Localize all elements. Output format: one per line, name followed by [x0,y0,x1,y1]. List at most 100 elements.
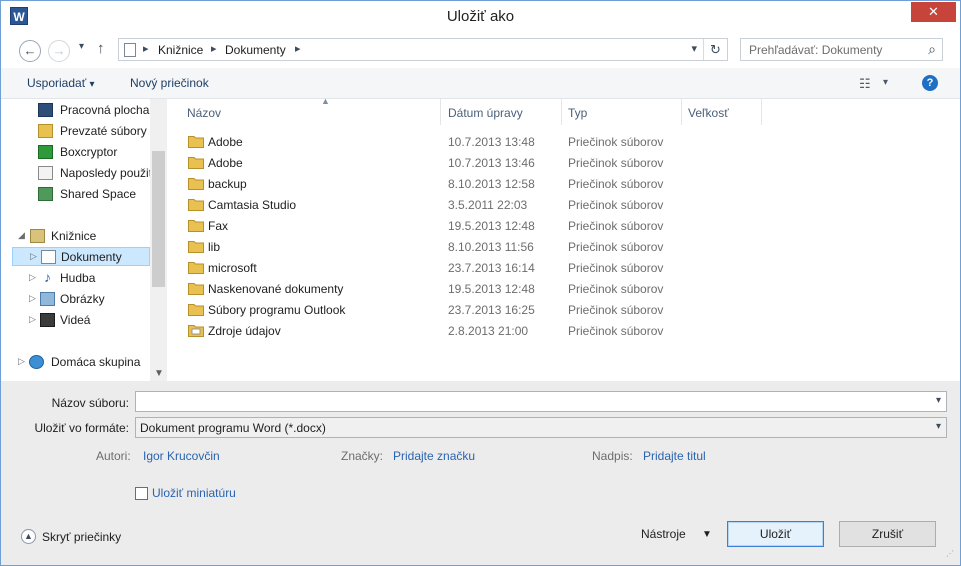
data-sources-folder-icon [188,325,204,337]
collapsed-arrow-icon[interactable]: ▷ [30,251,37,262]
nav-item-homegroup[interactable]: ▷ Domáca skupina [18,353,150,372]
format-select[interactable]: Dokument programu Word (*.docx) ▾ [135,417,947,438]
table-row[interactable]: microsoft 23.7.2013 16:14 Priečinok súboro… [167,257,960,278]
collapsed-arrow-icon[interactable]: ▷ [18,356,25,367]
file-name[interactable]: lib [208,240,220,254]
collapsed-arrow-icon[interactable]: ▷ [29,272,36,283]
file-list: Názov ▲ Dátum úpravy Typ Veľkosť Adobe 10… [167,96,960,381]
nav-item-desktop[interactable]: Pracovná plocha [38,101,150,120]
organize-button[interactable]: Usporiadať ▾ [27,76,95,90]
file-date: 23.7.2013 16:25 [448,303,535,317]
view-options-icon[interactable]: ☷ [859,76,871,92]
column-header-size[interactable]: Veľkosť [682,99,762,125]
nav-item-libraries[interactable]: ◢ Knižnice [18,227,150,246]
file-name[interactable]: Naskenované dokumenty [208,282,343,296]
file-name[interactable]: Zdroje údajov [208,324,281,338]
up-button[interactable]: ↑ [97,40,105,57]
nav-item-recent-places[interactable]: Naposledy použité miesta [38,164,150,183]
file-name[interactable]: Fax [208,219,228,233]
shared-space-icon [38,187,53,201]
nav-item-documents[interactable]: ▷ Dokumenty [12,247,150,266]
file-name[interactable]: backup [208,177,247,191]
file-date: 2.8.2013 21:00 [448,324,529,338]
resize-grip-icon[interactable]: ⋰ [946,550,956,561]
breadcrumb-separator[interactable]: ▸ [295,42,301,55]
scroll-thumb[interactable] [152,151,165,287]
file-name[interactable]: microsoft [208,261,257,275]
chevron-down-icon[interactable]: ▾ [936,395,941,406]
address-dropdown-icon[interactable]: ▾ [691,42,697,55]
table-row[interactable]: Adobe 10.7.2013 13:46 Priečinok súborov [167,152,960,173]
nav-item-downloads[interactable]: Prevzaté súbory [38,122,150,141]
forward-button[interactable]: → [48,40,70,62]
table-row[interactable]: Adobe 10.7.2013 13:48 Priečinok súborov [167,131,960,152]
column-header-type[interactable]: Typ [562,99,682,125]
authors-label: Autori: [96,449,131,463]
libraries-icon [30,229,45,243]
file-type: Priečinok súborov [568,177,664,191]
chevron-down-icon[interactable]: ▾ [936,421,941,432]
file-name[interactable]: Adobe [208,135,243,149]
title-input[interactable]: Pridajte titul [643,449,706,463]
nav-item-videos[interactable]: ▷ Videá [29,311,150,330]
breadcrumb-separator[interactable]: ▸ [143,42,149,55]
nav-item-music[interactable]: ▷ ♪ Hudba [29,269,150,288]
music-icon: ♪ [44,269,51,285]
table-row[interactable]: Fax 19.5.2013 12:48 Priečinok súborov [167,215,960,236]
table-row[interactable]: backup 8.10.2013 12:58 Priečinok súborov [167,173,960,194]
new-folder-button[interactable]: Nový priečinok [130,76,209,90]
column-header-date[interactable]: Dátum úpravy [442,99,562,125]
navigation-bar: ← → ▾ ↑ ▸ Knižnice ▸ Dokumenty ▸ ▾ ↻ Pre… [1,32,960,68]
save-thumbnail-label[interactable]: Uložiť miniatúru [152,486,236,500]
table-row[interactable]: Súbory programu Outlook 23.7.2013 16:25 Pr… [167,299,960,320]
filename-field[interactable]: ▾ [135,391,947,412]
window-title: Uložiť ako [446,8,515,25]
homegroup-icon [29,355,44,369]
file-name[interactable]: Adobe [208,156,243,170]
collapsed-arrow-icon[interactable]: ▷ [29,293,36,304]
refresh-icon[interactable]: ↻ [703,39,727,60]
nav-item-shared-space[interactable]: Shared Space [38,185,150,204]
cancel-button[interactable]: Zrušiť [839,521,936,547]
file-name[interactable]: Súbory programu Outlook [208,303,345,317]
file-type: Priečinok súborov [568,303,664,317]
file-type: Priečinok súborov [568,261,664,275]
videos-icon [40,313,55,327]
tags-input[interactable]: Pridajte značku [393,449,475,463]
nav-item-boxcryptor[interactable]: Boxcryptor [38,143,150,162]
save-as-dialog: W Uložiť ako ✕ ← → ▾ ↑ ▸ Knižnice ▸ Doku… [0,0,961,566]
nav-item-label: Dokumenty [61,250,122,264]
chevron-down-icon: ▾ [89,79,95,90]
breadcrumb-separator[interactable]: ▸ [211,42,217,55]
address-bar[interactable]: ▸ Knižnice ▸ Dokumenty ▸ ▾ ↻ [118,38,728,61]
boxcryptor-icon [38,145,53,159]
search-input[interactable]: Prehľadávať: Dokumenty [749,43,882,57]
recent-locations-dropdown[interactable]: ▾ [79,41,84,52]
file-name[interactable]: Camtasia Studio [208,198,296,212]
expanded-arrow-icon[interactable]: ◢ [18,230,25,241]
save-button[interactable]: Uložiť [727,521,824,547]
save-thumbnail-checkbox[interactable] [135,487,148,500]
table-row[interactable]: Naskenované dokumenty 19.5.2013 12:48 Prie… [167,278,960,299]
search-box[interactable]: Prehľadávať: Dokumenty ⌕ [740,38,943,61]
authors-value[interactable]: Igor Krucovčin [143,449,220,463]
table-row[interactable]: Camtasia Studio 3.5.2011 22:03 Priečinok s… [167,194,960,215]
tools-dropdown-icon[interactable]: ▼ [702,529,712,540]
nav-pane-scrollbar[interactable]: ▼ [150,99,167,381]
table-row[interactable]: Zdroje údajov 2.8.2013 21:00 Priečinok súb… [167,320,960,341]
nav-item-pictures[interactable]: ▷ Obrázky [29,290,150,309]
help-icon[interactable]: ? [922,75,938,91]
back-button[interactable]: ← [19,40,41,62]
column-header-name[interactable]: Názov ▲ [181,96,441,125]
collapsed-arrow-icon[interactable]: ▷ [29,314,36,325]
table-row[interactable]: lib 8.10.2013 11:56 Priečinok súborov [167,236,960,257]
breadcrumb-libraries[interactable]: Knižnice [158,43,203,57]
scroll-down-icon[interactable]: ▼ [154,368,164,379]
close-button[interactable]: ✕ [911,2,956,22]
breadcrumb-documents[interactable]: Dokumenty [225,43,286,57]
search-icon[interactable]: ⌕ [928,41,936,58]
tools-button[interactable]: Nástroje [641,527,686,541]
view-dropdown-icon[interactable]: ▾ [883,77,888,88]
file-type: Priečinok súborov [568,198,664,212]
command-bar: Usporiadať ▾ Nový priečinok ☷ ▾ ? [1,68,960,99]
